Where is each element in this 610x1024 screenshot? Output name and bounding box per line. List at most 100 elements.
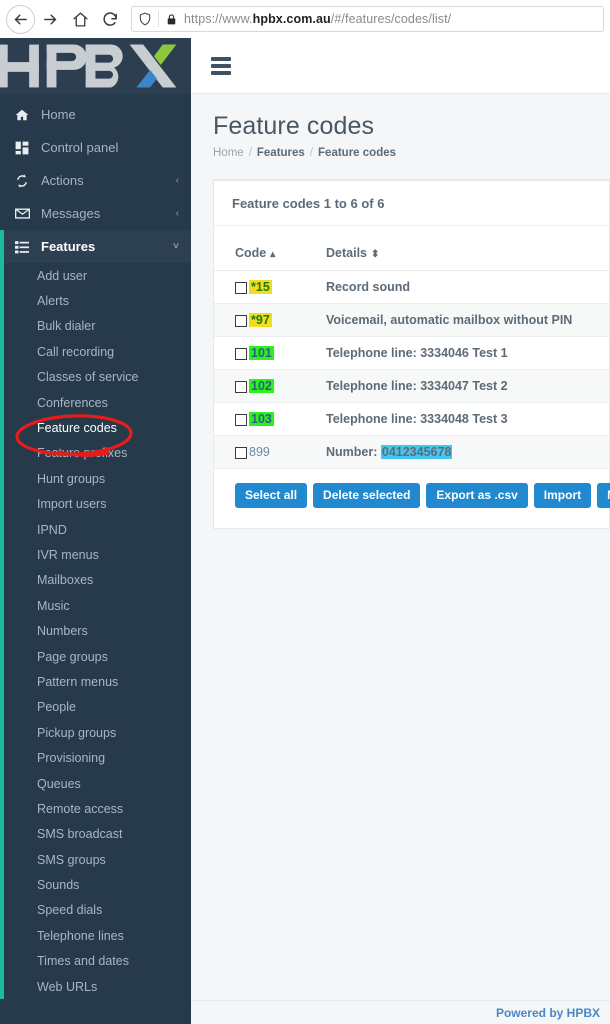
sidebar-subitem-label: IVR menus: [37, 547, 99, 562]
column-header-details[interactable]: Details ⬍: [326, 236, 609, 271]
details-text: Number: 0412345678: [326, 445, 453, 459]
chevron-left-icon[interactable]: ‹: [176, 208, 179, 219]
row-checkbox[interactable]: [235, 314, 247, 327]
sidebar-item-messages[interactable]: Messages ‹: [0, 197, 191, 230]
reload-icon[interactable]: [95, 4, 125, 34]
sidebar-subitem-label: Alerts: [37, 294, 69, 309]
address-bar[interactable]: https://www.hpbx.com.au/#/features/codes…: [131, 6, 604, 32]
feature-codes-panel: Feature codes 1 to 6 of 6 Code ▴ Details ⬍: [213, 179, 610, 529]
sidebar-subitem-times-and-dates[interactable]: Times and dates: [0, 949, 191, 974]
details-text: Record sound: [326, 280, 411, 294]
table-row: *97 Voicemail, automatic mailbox without …: [214, 303, 609, 337]
sidebar-subitem-label: Call recording: [37, 344, 115, 359]
sidebar-item-control-panel[interactable]: Control panel: [0, 131, 191, 164]
sidebar-subitem-pattern-menus[interactable]: Pattern menus: [0, 669, 191, 694]
sidebar-subitem-label: Numbers: [37, 624, 88, 639]
shield-icon[interactable]: [138, 12, 152, 26]
top-bar: [191, 38, 610, 94]
cell-code: 102: [214, 369, 326, 403]
sidebar-subitem-telephone-lines[interactable]: Telephone lines: [0, 923, 191, 948]
sidebar-subitem-sounds[interactable]: Sounds: [0, 872, 191, 897]
breadcrumb: Home / Features / Feature codes: [213, 147, 610, 159]
row-checkbox[interactable]: [235, 380, 247, 393]
details-text: Telephone line: 3334046 Test 1: [326, 346, 508, 360]
column-header-code[interactable]: Code ▴: [214, 236, 326, 271]
sidebar-subitem-label: Provisioning: [37, 751, 106, 766]
row-checkbox[interactable]: [235, 281, 247, 294]
sidebar-subitem-label: Times and dates: [37, 954, 129, 969]
sidebar-subitem-ipnd[interactable]: IPND: [0, 517, 191, 542]
sidebar-subitem-label: Sounds: [37, 878, 80, 893]
table-row: 899 Number: 0412345678: [214, 435, 609, 469]
sidebar-subitem-pickup-groups[interactable]: Pickup groups: [0, 720, 191, 745]
sidebar-subitem-add-user[interactable]: Add user: [0, 263, 191, 288]
sidebar-subitem-label: Telephone lines: [37, 928, 124, 943]
sidebar-subitem-alerts[interactable]: Alerts: [0, 288, 191, 313]
sidebar-subitem-label: Queues: [37, 776, 81, 791]
back-arrow-icon[interactable]: [6, 4, 35, 34]
code-link[interactable]: 101: [249, 346, 274, 360]
sidebar-item-label: Features: [41, 239, 96, 254]
sidebar-subitem-call-recording[interactable]: Call recording: [0, 339, 191, 364]
sidebar-subitem-numbers[interactable]: Numbers: [0, 618, 191, 643]
sidebar: Home Control panel Actions ‹ Messages ‹ …: [0, 38, 191, 1024]
new-button[interactable]: New: [597, 483, 610, 508]
chevron-left-icon[interactable]: ‹: [176, 175, 179, 186]
sidebar-subitem-sms-broadcast[interactable]: SMS broadcast: [0, 822, 191, 847]
sidebar-subitem-ivr-menus[interactable]: IVR menus: [0, 542, 191, 567]
code-link[interactable]: 103: [249, 412, 274, 426]
sort-asc-icon: ▴: [270, 249, 276, 260]
code-link[interactable]: *97: [249, 313, 272, 327]
sidebar-subitem-conferences[interactable]: Conferences: [0, 390, 191, 415]
breadcrumb-item-home[interactable]: Home: [213, 147, 244, 159]
brand-logo[interactable]: [0, 38, 191, 94]
sidebar-subitem-remote-access[interactable]: Remote access: [0, 796, 191, 821]
sidebar-subitem-label: SMS groups: [37, 852, 106, 867]
row-checkbox[interactable]: [235, 347, 247, 360]
sidebar-subitem-hunt-groups[interactable]: Hunt groups: [0, 466, 191, 491]
home-icon[interactable]: [65, 4, 95, 34]
table-actions: Select all Delete selected Export as .csv I…: [214, 469, 610, 508]
table-row: 102 Telephone line: 3334047 Test 2: [214, 369, 609, 403]
details-text: Telephone line: 3334047 Test 2: [326, 379, 508, 393]
sidebar-item-home[interactable]: Home: [0, 98, 191, 131]
code-link[interactable]: *15: [249, 280, 272, 294]
sidebar-item-label: Actions: [41, 173, 84, 188]
sidebar-subitem-import-users[interactable]: Import users: [0, 492, 191, 517]
code-link[interactable]: 102: [249, 379, 274, 393]
page-content: Feature codes Home / Features / Feature …: [191, 94, 610, 529]
delete-selected-button[interactable]: Delete selected: [313, 483, 421, 508]
sidebar-subitem-feature-codes[interactable]: Feature codes: [0, 415, 191, 440]
row-checkbox[interactable]: [235, 413, 247, 426]
sidebar-item-features[interactable]: Features ˅: [0, 230, 191, 263]
sidebar-subitem-sms-groups[interactable]: SMS groups: [0, 847, 191, 872]
import-button[interactable]: Import: [533, 483, 592, 508]
sidebar-subitem-label: Feature prefixes: [37, 446, 128, 461]
sidebar-subitem-web-urls[interactable]: Web URLs: [0, 974, 191, 999]
sidebar-subitem-mailboxes[interactable]: Mailboxes: [0, 568, 191, 593]
sidebar-subitem-label: Hunt groups: [37, 471, 106, 486]
cell-code: 103: [214, 402, 326, 436]
sidebar-item-actions[interactable]: Actions ‹: [0, 164, 191, 197]
sidebar-subitem-music[interactable]: Music: [0, 593, 191, 618]
sidebar-subitem-bulk-dialer[interactable]: Bulk dialer: [0, 314, 191, 339]
sidebar-nav: Home Control panel Actions ‹ Messages ‹ …: [0, 94, 191, 1000]
code-link[interactable]: 899: [249, 445, 270, 459]
lock-icon[interactable]: [165, 13, 178, 26]
sidebar-subitem-classes-of-service[interactable]: Classes of service: [0, 365, 191, 390]
hamburger-icon[interactable]: [211, 56, 231, 75]
select-all-button[interactable]: Select all: [235, 483, 308, 508]
export-as-csv-button[interactable]: Export as .csv: [426, 483, 528, 508]
cell-code: 899: [214, 435, 326, 469]
sidebar-subitem-label: SMS broadcast: [37, 827, 123, 842]
sidebar-subitem-speed-dials[interactable]: Speed dials: [0, 898, 191, 923]
breadcrumb-item-features[interactable]: Features: [257, 147, 305, 159]
chevron-down-icon[interactable]: ˅: [173, 241, 179, 252]
forward-arrow-icon[interactable]: [35, 4, 65, 34]
sidebar-subitem-queues[interactable]: Queues: [0, 771, 191, 796]
sidebar-subitem-page-groups[interactable]: Page groups: [0, 644, 191, 669]
sidebar-subitem-provisioning[interactable]: Provisioning: [0, 745, 191, 770]
sidebar-subitem-people[interactable]: People: [0, 695, 191, 720]
sidebar-subitem-feature-prefixes[interactable]: Feature prefixes: [0, 441, 191, 466]
row-checkbox[interactable]: [235, 446, 247, 459]
